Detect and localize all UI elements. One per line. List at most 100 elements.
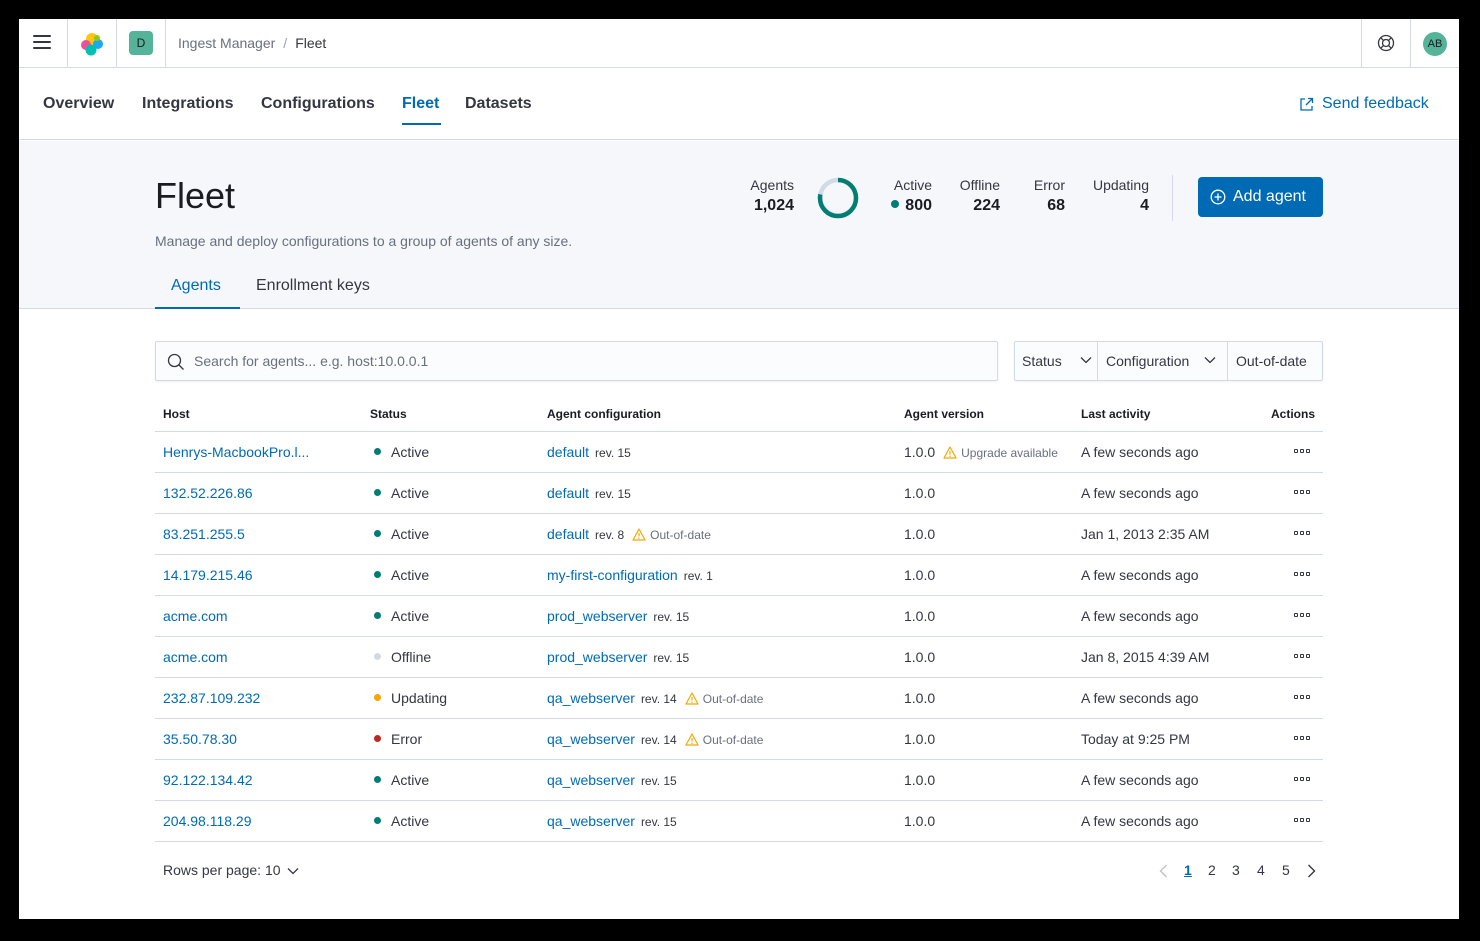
tab-configurations[interactable]: Configurations — [261, 95, 375, 113]
host-link[interactable]: acme.com — [163, 608, 228, 624]
version-cell: 1.0.0 — [904, 772, 935, 788]
search-input[interactable] — [194, 342, 989, 380]
hamburger-menu-icon[interactable] — [33, 35, 51, 51]
filter-configuration[interactable]: Configuration — [1106, 342, 1226, 380]
chevron-down-icon — [1080, 357, 1092, 364]
host-link[interactable]: 132.52.226.86 — [163, 485, 253, 501]
version-cell: 1.0.0 — [904, 608, 935, 624]
config-link[interactable]: my-first-configuration — [547, 567, 678, 583]
last-activity: A few seconds ago — [1081, 567, 1199, 583]
row-actions-button[interactable] — [1294, 651, 1312, 663]
row-actions-button[interactable] — [1294, 733, 1312, 745]
host-link[interactable]: 83.251.255.5 — [163, 526, 245, 542]
stat-agents-value: 1,024 — [753, 197, 794, 214]
row-actions-button[interactable] — [1294, 528, 1312, 540]
agent-version: 1.0.0 — [904, 485, 936, 501]
status-label: Active — [391, 567, 430, 583]
page-1-button[interactable]: 1 — [1184, 862, 1192, 878]
page-2-button[interactable]: 2 — [1208, 862, 1216, 878]
status-dot — [374, 776, 381, 783]
config-link[interactable]: default — [547, 526, 589, 542]
status-dot — [374, 735, 381, 742]
warning-icon — [685, 692, 699, 705]
host-link[interactable]: 35.50.78.30 — [163, 731, 237, 747]
row-actions-button[interactable] — [1294, 610, 1312, 622]
config-link[interactable]: prod_webserver — [547, 608, 647, 624]
table-row: 204.98.118.29 Active qa_webserver rev. 15 1.… — [155, 801, 1323, 842]
filter-status[interactable]: Status — [1022, 342, 1100, 380]
chevron-left-icon[interactable] — [1159, 864, 1168, 878]
stat-agents: Agents 1,024 — [748, 177, 794, 215]
help-icon[interactable] — [1377, 34, 1395, 52]
page-5-button[interactable]: 5 — [1282, 862, 1290, 878]
config-link[interactable]: prod_webserver — [547, 649, 647, 665]
config-link[interactable]: qa_webserver — [547, 731, 635, 747]
host-link[interactable]: Henrys-MacbookPro.l... — [163, 444, 309, 460]
stat-updating-label: Updating — [1092, 177, 1149, 193]
agent-version: 1.0.0 — [904, 731, 936, 747]
host-link[interactable]: 204.98.118.29 — [163, 813, 252, 829]
last-activity: A few seconds ago — [1081, 772, 1199, 788]
row-actions-button[interactable] — [1294, 774, 1312, 786]
filter-out-of-date[interactable]: Out-of-date — [1236, 342, 1307, 380]
config-revision: rev. 14 — [640, 733, 677, 747]
host-link[interactable]: 14.179.215.46 — [163, 567, 253, 583]
last-activity: A few seconds ago — [1081, 608, 1199, 624]
config-link[interactable]: qa_webserver — [547, 813, 635, 829]
stat-updating-value: 4 — [1140, 197, 1149, 214]
host-link[interactable]: 232.87.109.232 — [163, 690, 260, 706]
stat-agents-label: Agents — [750, 177, 794, 193]
host-link[interactable]: acme.com — [163, 649, 228, 665]
add-agent-button[interactable]: Add agent — [1198, 177, 1323, 217]
row-actions-button[interactable] — [1294, 815, 1312, 827]
config-cell: default rev. 15 — [547, 485, 631, 501]
config-link[interactable]: qa_webserver — [547, 690, 635, 706]
external-link-icon — [1300, 97, 1314, 111]
config-link[interactable]: default — [547, 444, 589, 460]
status-cell: Error — [374, 731, 422, 747]
tab-agents[interactable]: Agents — [171, 277, 221, 295]
version-cell: 1.0.0 Upgrade available — [904, 444, 1058, 460]
breadcrumb-current: Fleet — [295, 35, 327, 51]
divider — [1361, 19, 1362, 67]
page-3-button[interactable]: 3 — [1232, 862, 1240, 878]
row-actions-button[interactable] — [1294, 569, 1312, 581]
row-actions-button[interactable] — [1294, 487, 1312, 499]
app-window: D Ingest Manager / Fleet AB Overview Integ… — [19, 19, 1459, 919]
config-link[interactable]: qa_webserver — [547, 772, 635, 788]
column-header-last-activity[interactable]: Last activity — [1081, 407, 1150, 421]
table-row: Henrys-MacbookPro.l... Active default rev. … — [155, 432, 1323, 473]
table-row: acme.com Active prod_webserver rev. 15 1.0.0… — [155, 596, 1323, 637]
breadcrumb-parent[interactable]: Ingest Manager — [178, 35, 275, 51]
chevron-right-icon[interactable] — [1307, 864, 1316, 878]
row-actions-button[interactable] — [1294, 692, 1312, 704]
user-avatar[interactable]: AB — [1423, 32, 1447, 56]
page-description: Manage and deploy configurations to a gr… — [155, 233, 573, 249]
column-header-host[interactable]: Host — [163, 407, 190, 421]
agent-version: 1.0.0 — [904, 608, 936, 624]
divider — [116, 19, 117, 67]
status-label: Active — [391, 526, 430, 542]
column-header-agent-configuration[interactable]: Agent configuration — [547, 407, 661, 421]
host-link[interactable]: 92.122.134.42 — [163, 772, 253, 788]
tab-fleet[interactable]: Fleet — [402, 95, 439, 113]
page-4-button[interactable]: 4 — [1257, 862, 1265, 878]
subtab-active-indicator — [155, 307, 240, 309]
stat-error-label: Error — [1033, 177, 1065, 193]
elastic-logo-icon[interactable] — [79, 31, 105, 57]
last-activity: A few seconds ago — [1081, 485, 1199, 501]
tab-overview[interactable]: Overview — [43, 95, 114, 113]
rows-per-page-button[interactable]: Rows per page: 10 — [163, 862, 299, 878]
send-feedback-link[interactable]: Send feedback — [1299, 95, 1429, 113]
row-actions-button[interactable] — [1294, 446, 1312, 458]
space-avatar[interactable]: D — [129, 31, 153, 55]
config-link[interactable]: default — [547, 485, 589, 501]
divider — [67, 19, 68, 67]
tab-datasets[interactable]: Datasets — [465, 95, 532, 113]
column-header-status[interactable]: Status — [370, 407, 407, 421]
tab-integrations[interactable]: Integrations — [142, 95, 234, 113]
main-nav: Overview Integrations Configurations Fle… — [19, 68, 1459, 140]
tab-enrollment-keys[interactable]: Enrollment keys — [256, 277, 370, 295]
status-cell: Active — [374, 485, 429, 501]
column-header-agent-version[interactable]: Agent version — [904, 407, 984, 421]
